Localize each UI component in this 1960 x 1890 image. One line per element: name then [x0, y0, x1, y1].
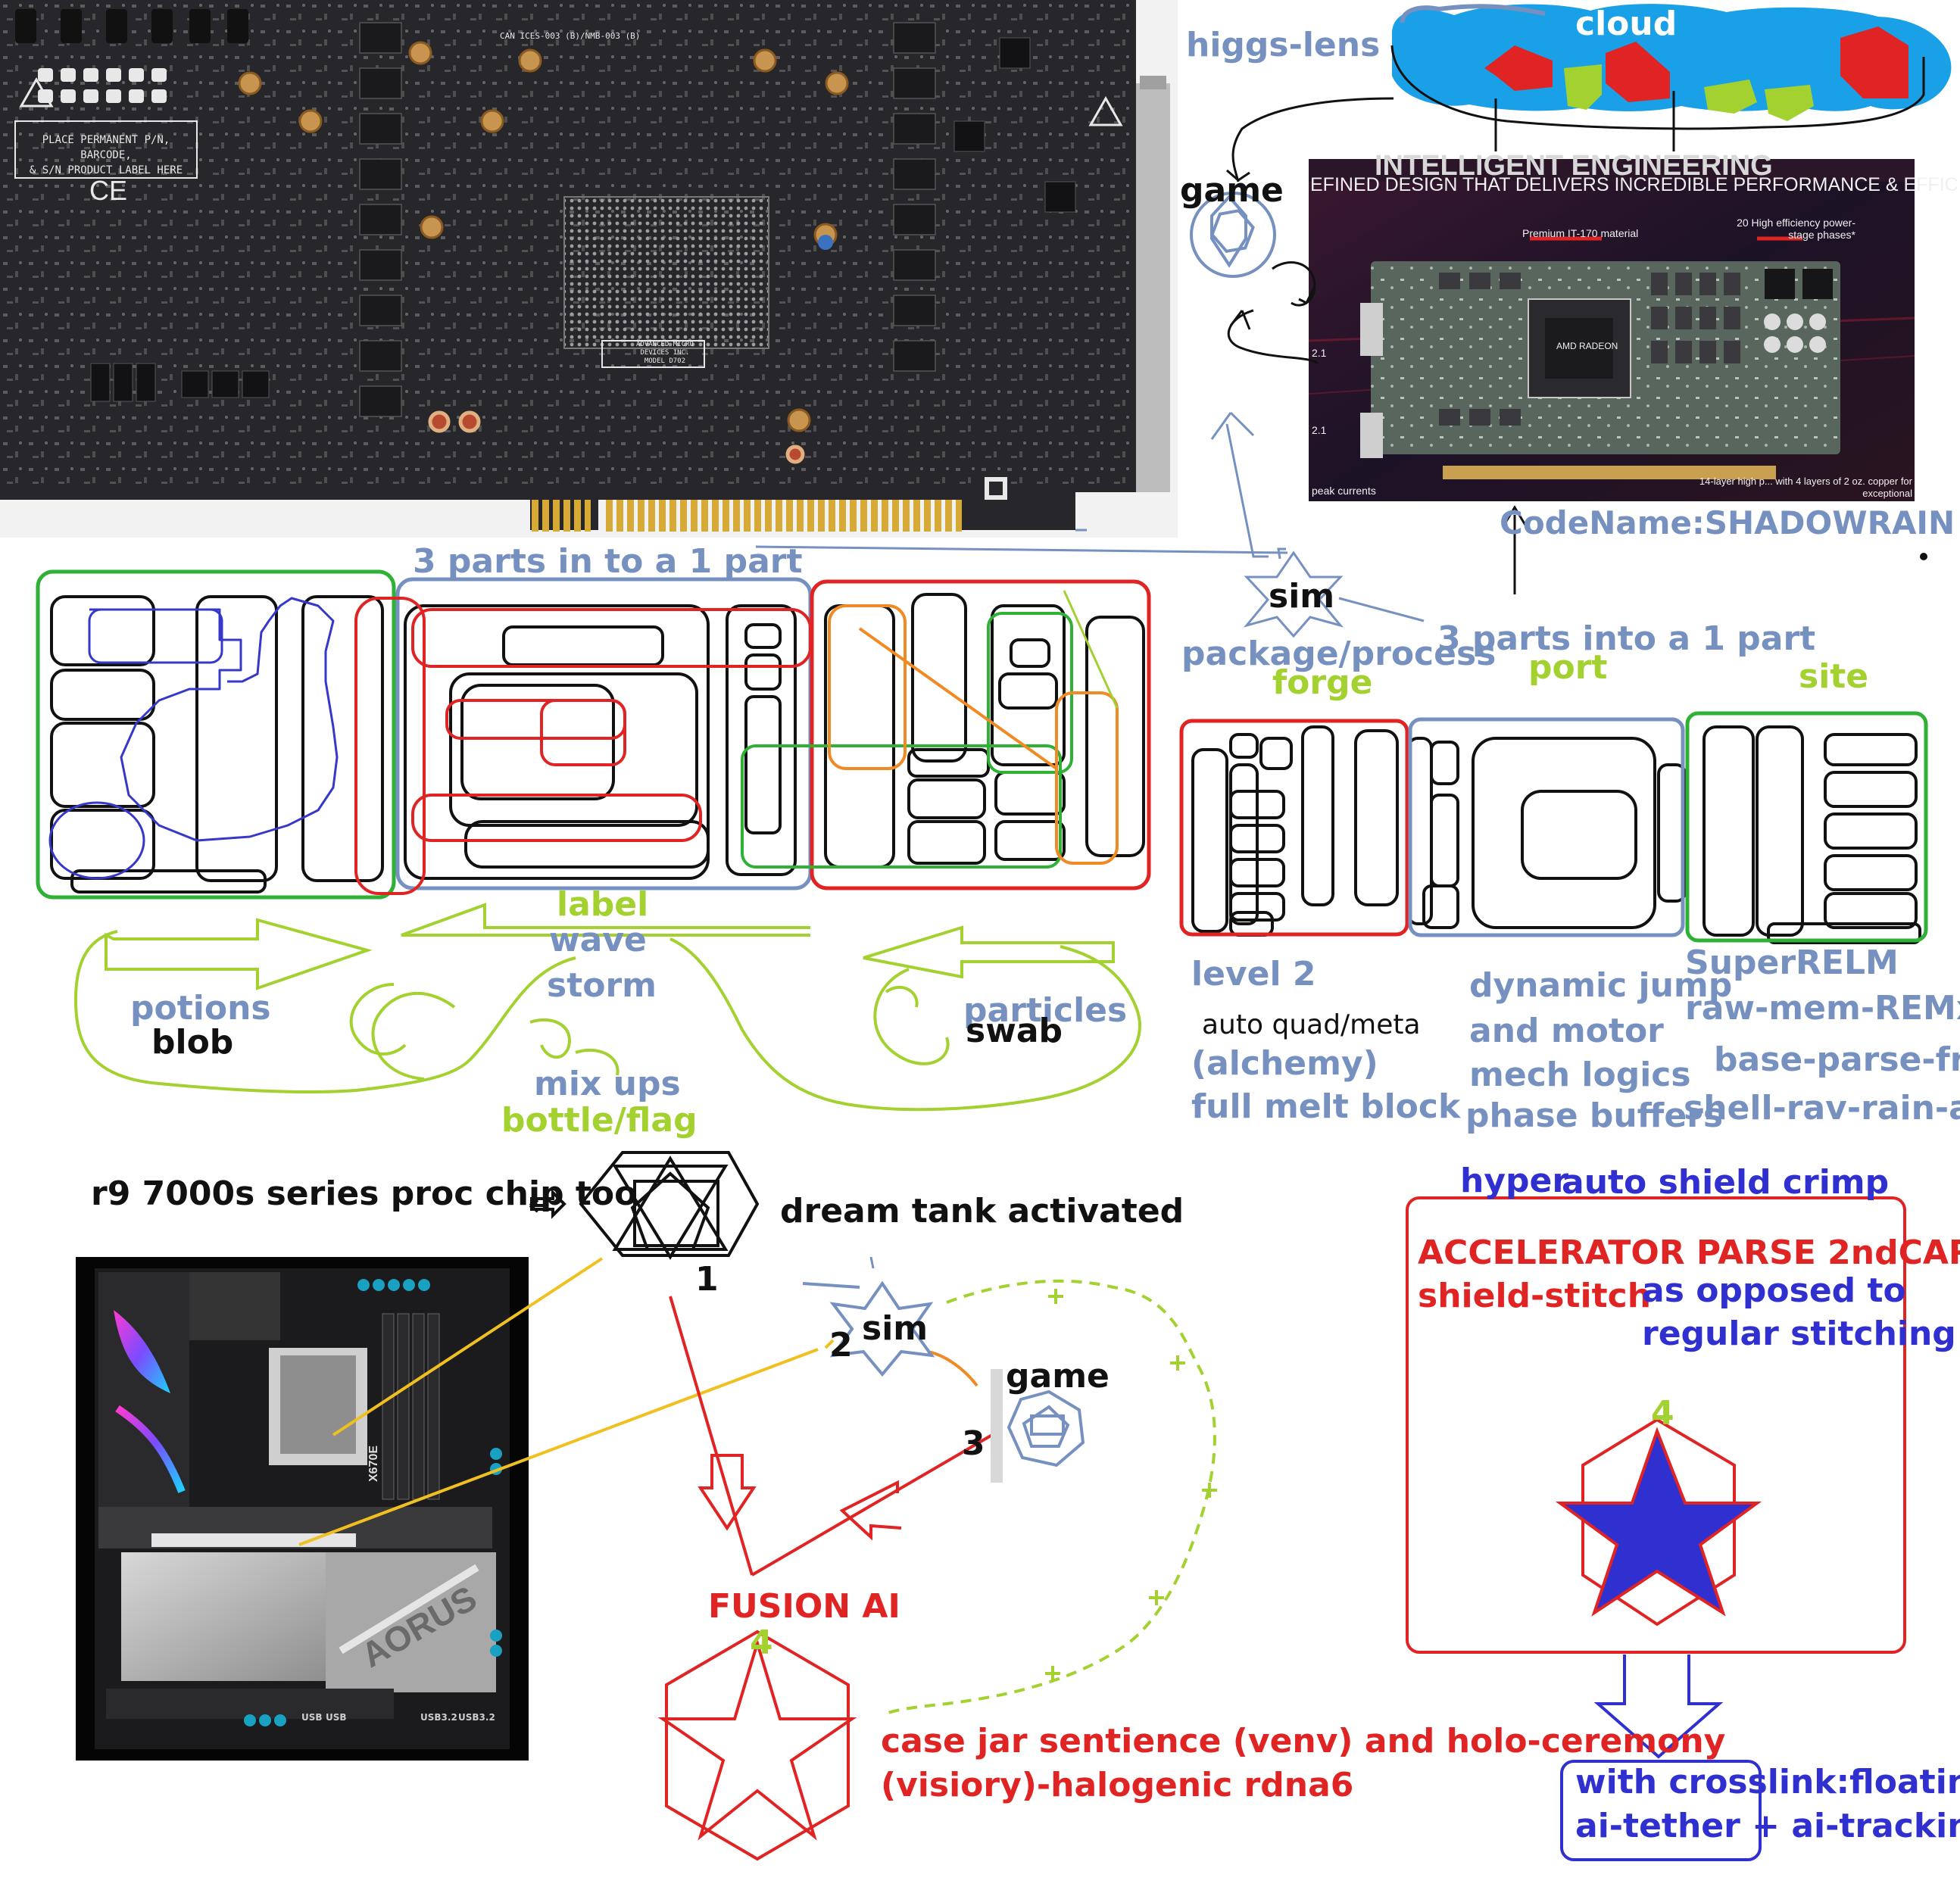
crosslink-line-1: with crosslink:floating — [1575, 1763, 1960, 1801]
fcc-line-3: MODEL D702 — [644, 357, 686, 365]
mb-usb-1: USB — [301, 1712, 323, 1723]
site-label: site — [1799, 657, 1869, 696]
alchemy-label: (alchemy) — [1191, 1044, 1378, 1083]
slide-callout-material: Premium IT-170 material — [1522, 227, 1639, 239]
sim-bottom-label: sim — [862, 1309, 929, 1348]
star-num-right: 4 — [1651, 1394, 1674, 1433]
ce-mark: CE — [89, 175, 128, 206]
and-motor-label: and motor — [1469, 1012, 1664, 1050]
star-num-left: 4 — [750, 1623, 773, 1662]
crosslink-line-2: ai-tether + ai-tracking — [1575, 1807, 1960, 1845]
r9-series-label: r9 7000s series proc chip too — [91, 1174, 638, 1213]
codename-label: CodeName:SHADOWRAIN — [1500, 504, 1955, 541]
num-1-label: 1 — [695, 1260, 719, 1299]
lime-plus-marks — [1045, 1289, 1217, 1681]
slide-callout-peak: peak currents — [1312, 485, 1376, 497]
superrelm-label: SuperRELM — [1685, 943, 1899, 982]
forge-label: forge — [1272, 663, 1373, 702]
shell-rav-label: shell-rav-rain-alg — [1684, 1089, 1960, 1127]
storm-label: storm — [547, 966, 657, 1005]
mb-usb-4: USB3.2 — [458, 1712, 495, 1723]
full-melt-label: full melt block — [1191, 1087, 1461, 1126]
as-opposed-label: as opposed to — [1642, 1271, 1906, 1310]
dream-tank-label: dream tank activated — [780, 1192, 1184, 1230]
dot-mark — [1920, 553, 1927, 560]
blob-label: blob — [151, 1023, 234, 1062]
level2-label: level 2 — [1191, 955, 1316, 993]
raw-mem-label: raw-mem-REMx — [1685, 989, 1960, 1028]
base-parse-label: base-parse-freq — [1714, 1040, 1960, 1079]
lime-loop — [885, 1279, 1216, 1717]
mix-ups-label: mix ups — [534, 1065, 681, 1103]
auto-shield-label: auto shield crimp — [1562, 1163, 1890, 1202]
num-3-label: 3 — [962, 1424, 985, 1463]
game-bottom-label: game — [1006, 1357, 1110, 1396]
mb-usb-3: USB3.2 — [420, 1712, 457, 1723]
motherboard-photo — [76, 1257, 529, 1761]
fcc-line-1: ADVANCED MICRO — [636, 341, 694, 348]
case-jar-line-1: case jar sentience (venv) and holo-cerem… — [881, 1722, 1726, 1761]
three-parts-top-label: 3 parts in to a 1 part — [413, 542, 803, 581]
auto-quad-label: auto quad/meta — [1202, 1009, 1421, 1040]
label-word: label — [557, 885, 649, 924]
slide-callout-phases: 20 High efficiency power-stage phases* — [1737, 217, 1855, 241]
fusion-ai-symbol — [657, 1630, 857, 1861]
mech-logics-label: mech logics — [1469, 1056, 1691, 1094]
fcc-line-2: DEVICES INC. — [640, 349, 690, 357]
num-2-label: 2 — [829, 1326, 853, 1364]
sim-top-label: sim — [1269, 577, 1335, 616]
swab-label: swab — [966, 1012, 1063, 1050]
slide-port-label-1: 2.1 — [1312, 347, 1327, 359]
slide-callout-layers: 14-layer high p... with 4 layers of 2 oz… — [1699, 476, 1912, 499]
bottle-flag-label: bottle/flag — [501, 1101, 698, 1140]
wave-label: wave — [549, 921, 647, 959]
right-schematic — [1179, 711, 1928, 944]
pcb-label-line-1: PLACE PERMANENT P/N, BARCODE, — [42, 134, 170, 161]
diagram-canvas — [0, 0, 1952, 1861]
slide-chip-text: AMD RADEON — [1556, 341, 1618, 351]
hyper-label: hyper — [1460, 1162, 1569, 1200]
radeon-slide — [1308, 159, 1915, 501]
left-schematic — [36, 569, 1151, 900]
mb-usb-2: USB — [326, 1712, 347, 1723]
potions-label: potions — [130, 989, 271, 1028]
game-top-label: game — [1180, 171, 1284, 210]
mb-model-text: X670E — [367, 1445, 381, 1483]
cloud-label: cloud — [1575, 5, 1678, 43]
case-jar-line-2: (visiory)-halogenic rdna6 — [881, 1766, 1354, 1804]
gpu-pcb-photo — [0, 0, 1178, 538]
higgs-lens-label: higgs-lens — [1186, 26, 1381, 64]
fcc-box: ADVANCED MICRO DEVICES INC. MODEL D702 — [636, 341, 694, 366]
port-label: port — [1528, 648, 1608, 687]
fusion-ai-label: FUSION AI — [708, 1587, 900, 1626]
slide-subheading: EFINED DESIGN THAT DELIVERS INCREDIBLE P… — [1310, 174, 1960, 195]
shield-stitch-label: shield-stitch — [1418, 1277, 1652, 1315]
regular-stitching-label: regular stitching — [1642, 1315, 1956, 1353]
slide-port-label-2: 2.1 — [1312, 424, 1327, 436]
pcb-label-box: PLACE PERMANENT P/N, BARCODE, & S/N PROD… — [17, 133, 195, 178]
accelerator-parse-label: ACCELERATOR PARSE 2ndCARD — [1418, 1233, 1960, 1272]
pcb-top-code: CAN ICES-003 (B)/NMB-003 (B) — [500, 31, 641, 41]
